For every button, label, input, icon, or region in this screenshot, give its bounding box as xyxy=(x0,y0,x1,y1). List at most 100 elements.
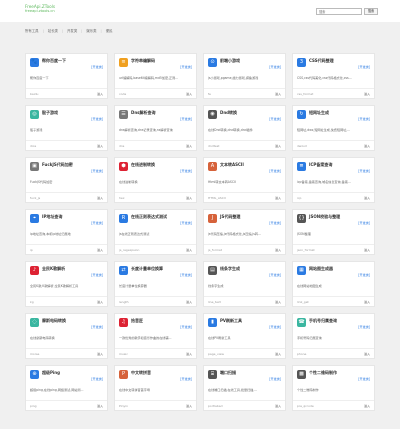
nav-item-dev[interactable]: 开发类 xyxy=(67,28,77,33)
enter-link[interactable]: 进入 xyxy=(186,300,192,304)
category-badge[interactable]: [开发类] xyxy=(269,324,281,329)
enter-link[interactable]: 进入 xyxy=(97,92,103,96)
category-badge[interactable]: [开发类] xyxy=(91,220,103,225)
tool-card[interactable]: ☎ 手机号归属查询 [开发类] 手机号码归属查询 phone 进入 xyxy=(292,313,375,359)
enter-link[interactable]: 进入 xyxy=(364,300,370,304)
category-badge[interactable]: [开发类] xyxy=(91,272,103,277)
category-badge[interactable]: [开发类] xyxy=(91,324,103,329)
tool-title[interactable]: JSON校验与整理 xyxy=(309,214,340,220)
category-badge[interactable]: [开发类] xyxy=(180,116,192,121)
enter-link[interactable]: 进入 xyxy=(275,144,281,148)
tool-title[interactable]: 字符串编解码 xyxy=(131,58,155,64)
tool-card[interactable]: ⬢ 在线进制转换 [开发类] 在线进制转换 hex 进入 xyxy=(114,157,197,203)
tool-card[interactable]: ☰ Dns解析查询 [开发类] dns解析查询,dns记录查询,ns解析查询 dns 进入 xyxy=(114,105,197,151)
tool-card[interactable]: ◉ Dnd转换 [开发类] 在线Dnd转换,dnd转换,dnd插件 dndtest 进入 xyxy=(203,105,286,151)
category-badge[interactable]: [开发类] xyxy=(269,220,281,225)
tool-title[interactable]: 前端小游戏 xyxy=(220,58,240,64)
tool-title[interactable]: 线条字生成 xyxy=(220,266,240,272)
tool-title[interactable]: PV刷新工具 xyxy=(220,318,242,324)
tool-title[interactable]: 网站图生成器 xyxy=(309,266,333,272)
enter-link[interactable]: 进入 xyxy=(275,300,281,304)
tool-card[interactable]: ⊙ 前端小游戏 [开发类] js小游戏,pgame,魔力游戏,摸鱼游戏 fe 进入 xyxy=(203,53,286,99)
tool-card[interactable]: ≡ 字符串编解码 [开发类] url编解码,base64编解码,md5加密,正则...… xyxy=(114,53,197,99)
tool-title[interactable]: 端口扫描 xyxy=(220,370,236,376)
category-badge[interactable]: [开发类] xyxy=(269,168,281,173)
enter-link[interactable]: 进入 xyxy=(275,196,281,200)
tool-card[interactable]: ◎ 骰子游戏 [开发类] 骰子游戏 dice 进入 xyxy=(25,105,108,151)
tool-title[interactable]: CSS代码整理 xyxy=(309,58,334,64)
tool-card[interactable]: 3 CSS代码整理 [开发类] CSS,css代码美化,css代码格式化,css...… xyxy=(292,53,375,99)
tool-card[interactable]: ↻ 短网址生成 [开发类] 短网址,dwz,短网址生成,免费短网址,... dwzurl… xyxy=(292,105,375,151)
tool-card[interactable]: ⌖ IP地址查询 [开发类] ip地址查询,本机ip地址归属地 ip 进入 xyxy=(25,209,108,255)
enter-link[interactable]: 进入 xyxy=(186,248,192,252)
nav-item-convenience[interactable]: 便民 xyxy=(106,28,113,33)
nav-item-all[interactable]: 所有工具 xyxy=(25,28,39,33)
enter-link[interactable]: 进入 xyxy=(97,300,103,304)
tool-card[interactable]: A 文本转ASCII [开发类] Html转文本转ASCII HTML_ASCII 进入 xyxy=(203,157,286,203)
nav-item-webmaster[interactable]: 站长类 xyxy=(48,28,58,33)
enter-link[interactable]: 进入 xyxy=(97,404,103,408)
tool-card[interactable]: ◌ 摩斯电码转换 [开发类] 在线摩斯电码转换 morse 进入 xyxy=(25,313,108,359)
tool-title[interactable]: 文本转ASCII xyxy=(220,162,244,168)
tool-card[interactable]: {} JSON校验与整理 [开发类] JSON整理 json_format 进入 xyxy=(292,209,375,255)
tool-title[interactable]: 帮你百度一下 xyxy=(42,58,66,64)
enter-link[interactable]: 进入 xyxy=(275,248,281,252)
tool-card[interactable]: ⌸ 端口扫描 [开发类] 在线端口扫描,在线工具,批量扫描,... portlabad 进… xyxy=(203,365,286,411)
enter-link[interactable]: 进入 xyxy=(186,352,192,356)
tool-title[interactable]: 超级Ping xyxy=(42,370,60,376)
tool-card[interactable]: ▤ 线条字生成 [开发类] 线条字生成 line_text 进入 xyxy=(203,261,286,307)
enter-link[interactable]: 进入 xyxy=(186,404,192,408)
enter-link[interactable]: 进入 xyxy=(364,352,370,356)
enter-link[interactable]: 进入 xyxy=(364,144,370,148)
tool-title[interactable]: 手机号归属查询 xyxy=(309,318,337,324)
category-badge[interactable]: [开发类] xyxy=(358,64,370,69)
search-input[interactable] xyxy=(316,8,362,15)
tool-title[interactable]: 在线进制转换 xyxy=(131,162,155,168)
category-badge[interactable]: [开发类] xyxy=(91,168,103,173)
category-badge[interactable]: [开发类] xyxy=(91,116,103,121)
tool-card[interactable]: R 在线正则表达式测试 [开发类] js在线正则表达式测试 js_regexpsion 进… xyxy=(114,209,197,255)
enter-link[interactable]: 进入 xyxy=(364,404,370,408)
category-badge[interactable]: [开发类] xyxy=(180,220,192,225)
category-badge[interactable]: [开发类] xyxy=(91,376,103,381)
tool-title[interactable]: Dns解析查询 xyxy=(131,110,156,116)
category-badge[interactable]: [开发类] xyxy=(180,324,192,329)
enter-link[interactable]: 进入 xyxy=(97,144,103,148)
tool-title[interactable]: Dnd转换 xyxy=(220,110,237,116)
tool-card[interactable]: ♫ 拾音匠 [开发类] 一款优秀的歌手和音乐作曲的在线辅... music 进入 xyxy=(114,313,197,359)
category-badge[interactable]: [开发类] xyxy=(358,376,370,381)
category-badge[interactable]: [开发类] xyxy=(358,116,370,121)
tool-title[interactable]: 拾音匠 xyxy=(131,318,143,324)
category-badge[interactable]: [开发类] xyxy=(91,64,103,69)
tool-card[interactable]: 🐾 帮你百度一下 [开发类] 帮你百度一下 baidu 进入 xyxy=(25,53,108,99)
category-badge[interactable]: [开发类] xyxy=(269,116,281,121)
tool-title[interactable]: 摩斯电码转换 xyxy=(42,318,66,324)
tool-card[interactable]: P 中文转拼音 [开发类] 在线中文转拼音首字母 Pinyin 进入 xyxy=(114,365,197,411)
tool-title[interactable]: 在线正则表达式测试 xyxy=(131,214,167,220)
enter-link[interactable]: 进入 xyxy=(97,248,103,252)
category-badge[interactable]: [开发类] xyxy=(358,324,370,329)
tool-title[interactable]: 个性二维码制作 xyxy=(309,370,337,376)
tool-card[interactable]: ≣ ICP备案查询 [开发类] icp备案,备案查询,域名信息查询,备案... icp 进… xyxy=(292,157,375,203)
category-badge[interactable]: [开发类] xyxy=(269,64,281,69)
enter-link[interactable]: 进入 xyxy=(275,404,281,408)
category-badge[interactable]: [开发类] xyxy=(180,168,192,173)
enter-link[interactable]: 进入 xyxy=(186,92,192,96)
category-badge[interactable]: [开发类] xyxy=(358,168,370,173)
tool-title[interactable]: 全民K歌解析 xyxy=(42,266,65,272)
tool-card[interactable]: J JS代码整理 [开发类] js代码压缩,js代码格式化,js压缩,js转... js… xyxy=(203,209,286,255)
enter-link[interactable]: 进入 xyxy=(275,92,281,96)
tool-title[interactable]: JS代码整理 xyxy=(220,214,240,220)
tool-title[interactable]: FuckJS代码加密 xyxy=(42,162,73,168)
tool-card[interactable]: ▩ 个性二维码制作 [开发类] 个性二维码制作 pre_qrcode 进入 xyxy=(292,365,375,411)
category-badge[interactable]: [开发类] xyxy=(180,376,192,381)
category-badge[interactable]: [开发类] xyxy=(269,376,281,381)
search-button[interactable]: 搜索 xyxy=(364,8,378,15)
tool-title[interactable]: 短网址生成 xyxy=(309,110,329,116)
enter-link[interactable]: 进入 xyxy=(364,196,370,200)
tool-card[interactable]: ⊕ 超级Ping [开发类] 超级ping,在线ping,网络测试,网站测... pin… xyxy=(25,365,108,411)
tool-card[interactable]: ▮ PV刷新工具 [开发类] 在线PV刷新工具 page_view 进入 xyxy=(203,313,286,359)
category-badge[interactable]: [开发类] xyxy=(358,272,370,277)
category-badge[interactable]: [开发类] xyxy=(358,220,370,225)
category-badge[interactable]: [开发类] xyxy=(269,272,281,277)
